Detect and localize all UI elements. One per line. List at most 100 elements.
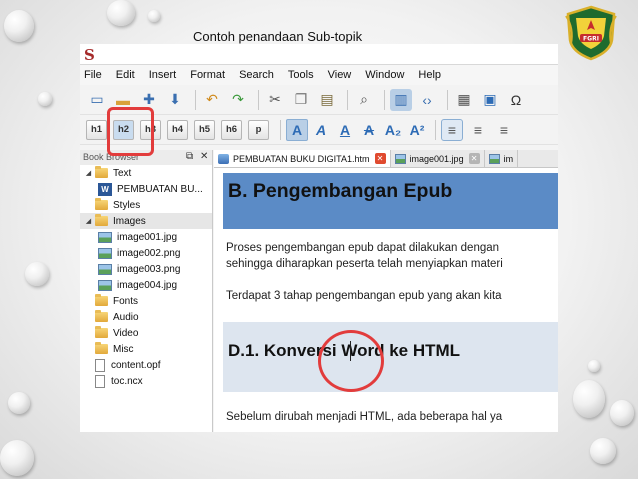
book-view-icon[interactable]: ▥ (390, 88, 412, 111)
svg-text:FGRI: FGRI (583, 36, 599, 43)
tree-item-label: PEMBUATAN BU... (117, 183, 203, 195)
align-left-icon[interactable]: ≡ (441, 118, 463, 141)
image-file-icon (98, 231, 112, 243)
bold-button[interactable]: A (286, 118, 308, 141)
tree-item[interactable]: image003.png (80, 261, 212, 277)
image-file-icon (98, 247, 112, 259)
tree-item[interactable]: Styles (80, 197, 212, 213)
menu-window[interactable]: Window (365, 69, 404, 81)
tree-item-label: Fonts (113, 295, 139, 307)
water-drop (4, 10, 34, 42)
tree-item[interactable]: ◢ Text (80, 165, 212, 181)
strikethrough-button[interactable]: A (358, 119, 380, 141)
split-icon[interactable]: ▦ (453, 89, 475, 111)
heading-2-text[interactable]: B. Pengembangan Epub (228, 180, 452, 203)
find-icon[interactable]: ⌕ (353, 89, 375, 111)
image-file-icon (98, 263, 112, 275)
toolbar-separator (258, 89, 259, 110)
highlight-circle-cursor (318, 330, 384, 392)
organization-logo: FGRI (562, 4, 620, 62)
align-right-icon[interactable]: ≡ (493, 119, 515, 141)
menu-bar: File Edit Insert Format Search Tools Vie… (80, 65, 558, 85)
menu-file[interactable]: File (84, 69, 102, 81)
highlight-box-h2 (107, 107, 154, 156)
tree-item-label: Audio (113, 311, 139, 323)
file-icon (95, 358, 105, 372)
tree-item[interactable]: image002.png (80, 245, 212, 261)
align-center-icon[interactable]: ≡ (467, 119, 489, 141)
tree-item[interactable]: Audio (80, 309, 212, 325)
new-file-icon[interactable]: ▭ (86, 89, 108, 111)
toolbar-separator (347, 89, 348, 110)
close-tab-icon[interactable]: ✕ (374, 153, 386, 164)
tree-item[interactable]: W PEMBUATAN BU... (80, 181, 212, 197)
tree-item[interactable]: Misc (80, 341, 212, 357)
tab-html-file[interactable]: PEMBUATAN BUKU DIGITA1.htm ✕ (214, 150, 391, 167)
tree-item[interactable]: content.opf (80, 357, 212, 373)
water-drop (610, 400, 634, 426)
toolbar-separator (447, 89, 448, 110)
tree-item[interactable]: ◢ Images (80, 213, 212, 229)
close-panel-icon[interactable]: ✕ (200, 151, 208, 162)
paragraph-line[interactable]: Terdapat 3 tahap pengembangan epub yang … (226, 288, 502, 304)
water-drop (8, 392, 30, 414)
code-view-icon[interactable]: ‹› (416, 89, 438, 111)
image-file-icon (488, 153, 500, 164)
water-drop (588, 360, 600, 372)
heading-5-button[interactable]: h5 (194, 119, 215, 140)
undo-icon[interactable]: ↶ (201, 89, 223, 111)
menu-search[interactable]: Search (239, 69, 274, 81)
save-icon[interactable]: ⬇ (164, 89, 186, 111)
copy-icon[interactable]: ❐ (290, 89, 312, 111)
tree-item[interactable]: Fonts (80, 293, 212, 309)
heading-4-button[interactable]: h4 (167, 119, 188, 140)
special-char-icon[interactable]: Ω (505, 89, 527, 111)
subscript-button[interactable]: A₂ (382, 119, 404, 141)
toolbar-separator (384, 89, 385, 110)
tree-item[interactable]: toc.ncx (80, 373, 212, 389)
water-drop (0, 440, 34, 476)
tab-image-partial[interactable]: im (485, 150, 519, 167)
superscript-button[interactable]: A² (406, 119, 428, 141)
folder-icon (95, 166, 108, 178)
menu-tools[interactable]: Tools (288, 69, 314, 81)
cut-icon[interactable]: ✂ (264, 89, 286, 111)
float-panel-icon[interactable]: ⧉ (186, 151, 193, 162)
folder-icon (95, 342, 108, 354)
paste-icon[interactable]: ▤ (316, 89, 338, 111)
folder-icon (95, 214, 108, 226)
underline-button[interactable]: A (334, 119, 356, 141)
italic-button[interactable]: A (310, 119, 332, 141)
folder-icon (95, 198, 108, 210)
redo-icon[interactable]: ↷ (227, 89, 249, 111)
tree-item-label: toc.ncx (111, 375, 143, 387)
water-drop (38, 92, 52, 106)
editor-tabs: PEMBUATAN BUKU DIGITA1.htm ✕ image001.jp… (214, 150, 558, 168)
paragraph-line[interactable]: Proses pengembangan epub dapat dilakukan… (226, 240, 499, 256)
sigil-window: S File Edit Insert Format Search Tools V… (80, 44, 558, 432)
menu-view[interactable]: View (328, 69, 352, 81)
paragraph-line[interactable]: sehingga diharapkan peserta telah menyia… (226, 256, 503, 272)
image-file-icon (98, 279, 112, 291)
paragraph-button[interactable]: p (248, 119, 269, 140)
water-drop (148, 10, 160, 22)
heading-6-button[interactable]: h6 (221, 119, 242, 140)
insert-image-icon[interactable]: ▣ (479, 89, 501, 111)
tree-item[interactable]: image001.jpg (80, 229, 212, 245)
tab-image001[interactable]: image001.jpg ✕ (391, 150, 485, 167)
menu-format[interactable]: Format (190, 69, 225, 81)
menu-insert[interactable]: Insert (149, 69, 177, 81)
tree-item[interactable]: Video (80, 325, 212, 341)
image-file-icon (394, 153, 406, 164)
tree-item-label: image003.png (117, 263, 181, 275)
close-tab-icon[interactable]: ✕ (468, 153, 480, 164)
expand-arrow-icon: ◢ (85, 218, 92, 225)
water-drop (590, 438, 616, 464)
tree-item[interactable]: image004.jpg (80, 277, 212, 293)
folder-icon (95, 294, 108, 306)
menu-edit[interactable]: Edit (116, 69, 135, 81)
menu-help[interactable]: Help (418, 69, 441, 81)
heading-1-button[interactable]: h1 (86, 119, 107, 140)
expand-arrow-icon: ◢ (85, 170, 92, 177)
paragraph-line[interactable]: Sebelum dirubah menjadi HTML, ada bebera… (226, 409, 502, 425)
